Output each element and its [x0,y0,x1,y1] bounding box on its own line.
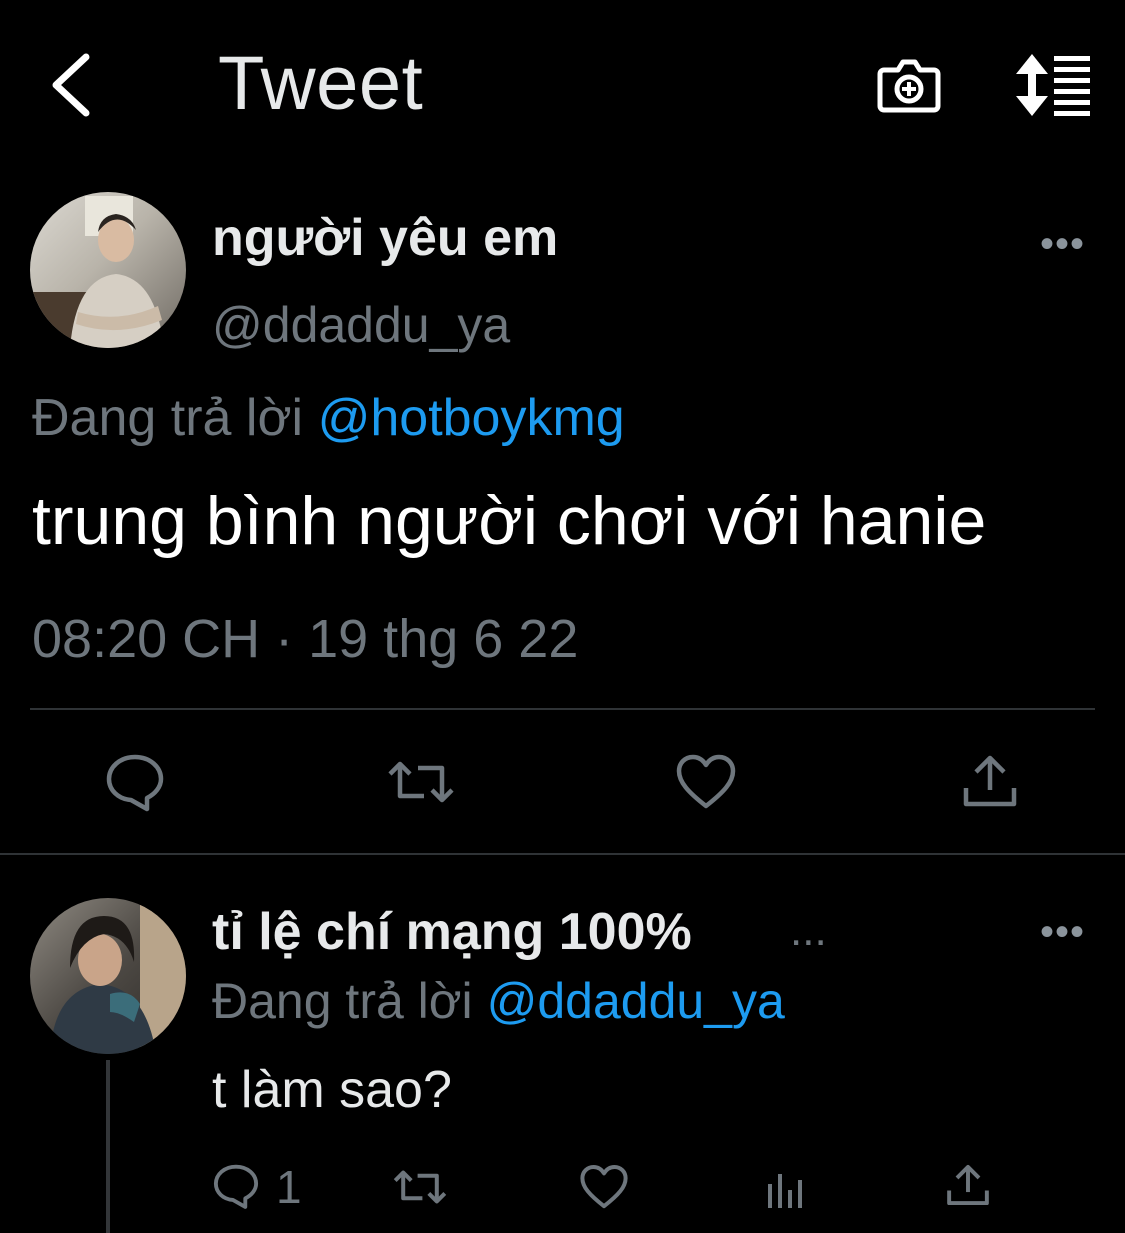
retweet-button[interactable] [392,1166,448,1208]
mention-link[interactable]: @hotboykmg [318,389,625,447]
retweet-icon [393,1170,447,1204]
reply-icon [106,754,164,812]
more-options-button[interactable]: ••• [1040,910,1085,955]
replying-to-label: Đang trả lời [32,389,304,447]
analytics-icon [768,1174,802,1208]
reply-button[interactable] [104,752,166,812]
retweet-button[interactable] [386,756,456,808]
tweet-text: t làm sao? [212,1061,452,1119]
avatar[interactable] [30,898,186,1054]
divider [0,853,1125,855]
sort-list-icon [1016,54,1090,116]
replying-to: Đang trả lời @ddaddu_ya [212,972,785,1030]
name-ellipsis: ... [790,906,827,955]
share-button[interactable] [946,1162,990,1208]
avatar-image [30,196,164,348]
thread-line [106,1060,110,1233]
sort-button[interactable] [1012,52,1094,118]
replying-to: Đang trả lời @hotboykmg [32,388,625,448]
replying-to-label: Đang trả lời [212,973,473,1029]
like-button[interactable] [676,754,736,810]
reply-icon [213,1164,259,1209]
tweet-text: trung bình người chơi với hanie [32,483,987,559]
display-name[interactable]: người yêu em [212,208,558,268]
more-options-button[interactable]: ••• [1040,222,1085,267]
reply-count: 1 [276,1161,302,1213]
top-bar: Tweet [0,0,1125,170]
tweet-timestamp[interactable]: 08:20 CH · 19 thg 6 22 [32,608,578,670]
mention-link[interactable]: @ddaddu_ya [487,973,785,1029]
avatar[interactable] [30,192,186,348]
avatar-image [50,898,186,1054]
back-button[interactable] [40,50,100,120]
reply-button[interactable] [212,1162,260,1210]
share-icon [963,755,1017,807]
analytics-button[interactable] [766,1170,806,1208]
chevron-left-icon [52,53,90,117]
page-title: Tweet [218,41,424,126]
heart-icon [676,754,736,809]
heart-icon [580,1165,628,1209]
display-name[interactable]: tỉ lệ chí mạng 100% [212,902,692,962]
camera-plus-icon [877,59,941,113]
camera-button[interactable] [876,52,942,118]
like-button[interactable] [580,1164,628,1210]
user-handle[interactable]: @ddaddu_ya [212,296,510,354]
retweet-icon [388,761,454,803]
share-icon [947,1164,989,1206]
tweet-detail-screen: Tweet người yêu em @ddaddu_ya ••• Đang t… [0,0,1125,1233]
share-button[interactable] [962,752,1018,810]
divider [30,708,1095,710]
